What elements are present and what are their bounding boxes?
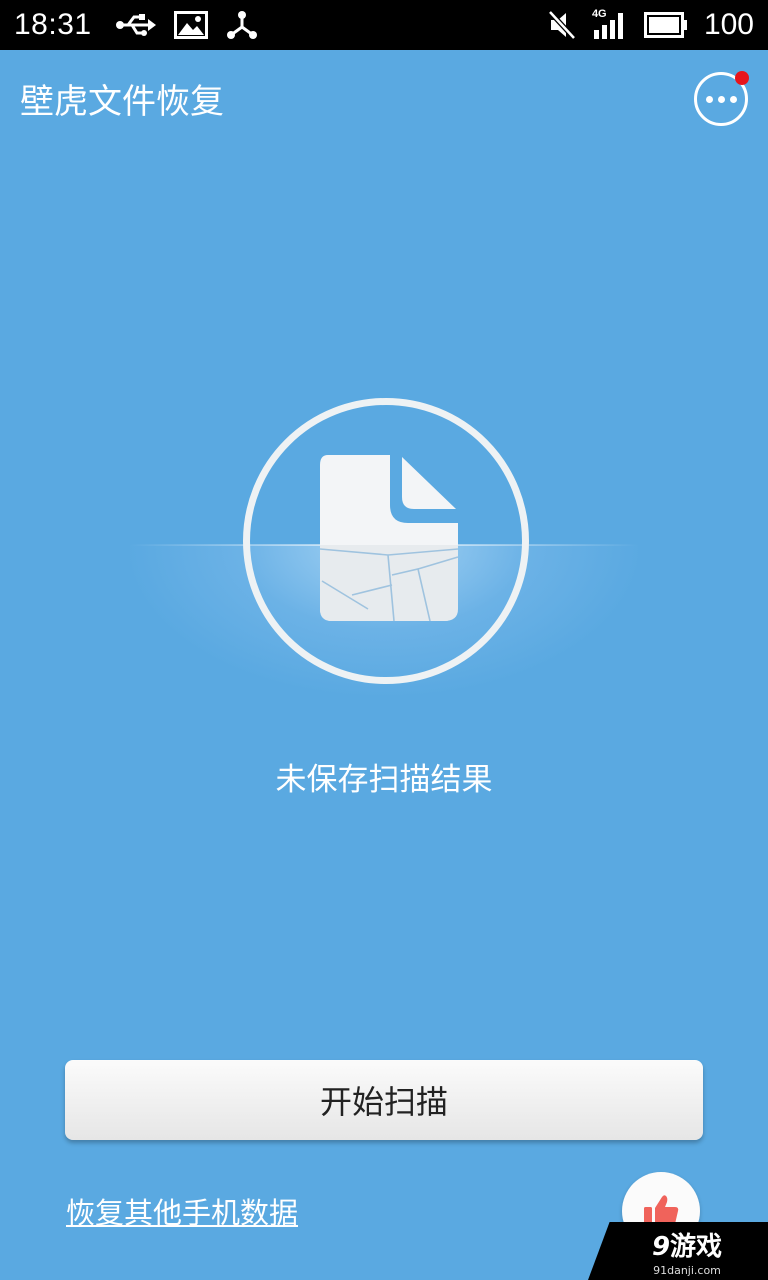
share-hub-icon	[226, 11, 257, 39]
watermark: 9游戏 91danji.com	[588, 1222, 768, 1280]
mute-icon	[548, 10, 576, 40]
hero-graphic	[130, 395, 638, 695]
watermark-url: 91danji.com	[653, 1263, 721, 1277]
more-icon	[705, 95, 737, 103]
more-menu-button[interactable]	[694, 71, 749, 126]
broken-document-icon	[319, 455, 459, 622]
watermark-logo-text: 游戏	[670, 1231, 723, 1262]
status-icons-right: 4G 100	[548, 8, 754, 42]
notification-dot	[735, 71, 749, 85]
usb-icon	[115, 14, 156, 36]
status-icons-left	[115, 10, 258, 40]
app-title: 壁虎文件恢复	[20, 81, 224, 122]
app-bar: 壁虎文件恢复	[0, 50, 768, 146]
status-time: 18:31	[14, 8, 92, 41]
watermark-logo-num: 9	[651, 1231, 671, 1262]
recover-other-data-link[interactable]: 恢复其他手机数据	[66, 1190, 298, 1232]
watermark-logo: 9游戏	[652, 1226, 722, 1263]
battery-icon	[643, 12, 687, 38]
start-scan-button[interactable]: 开始扫描	[65, 1060, 703, 1140]
battery-level: 100	[703, 8, 754, 41]
scan-status-text: 未保存扫描结果	[275, 762, 493, 798]
image-icon	[173, 11, 208, 39]
status-bar: 18:31 4G 100	[0, 0, 768, 50]
signal-4g-icon: 4G	[592, 8, 628, 40]
